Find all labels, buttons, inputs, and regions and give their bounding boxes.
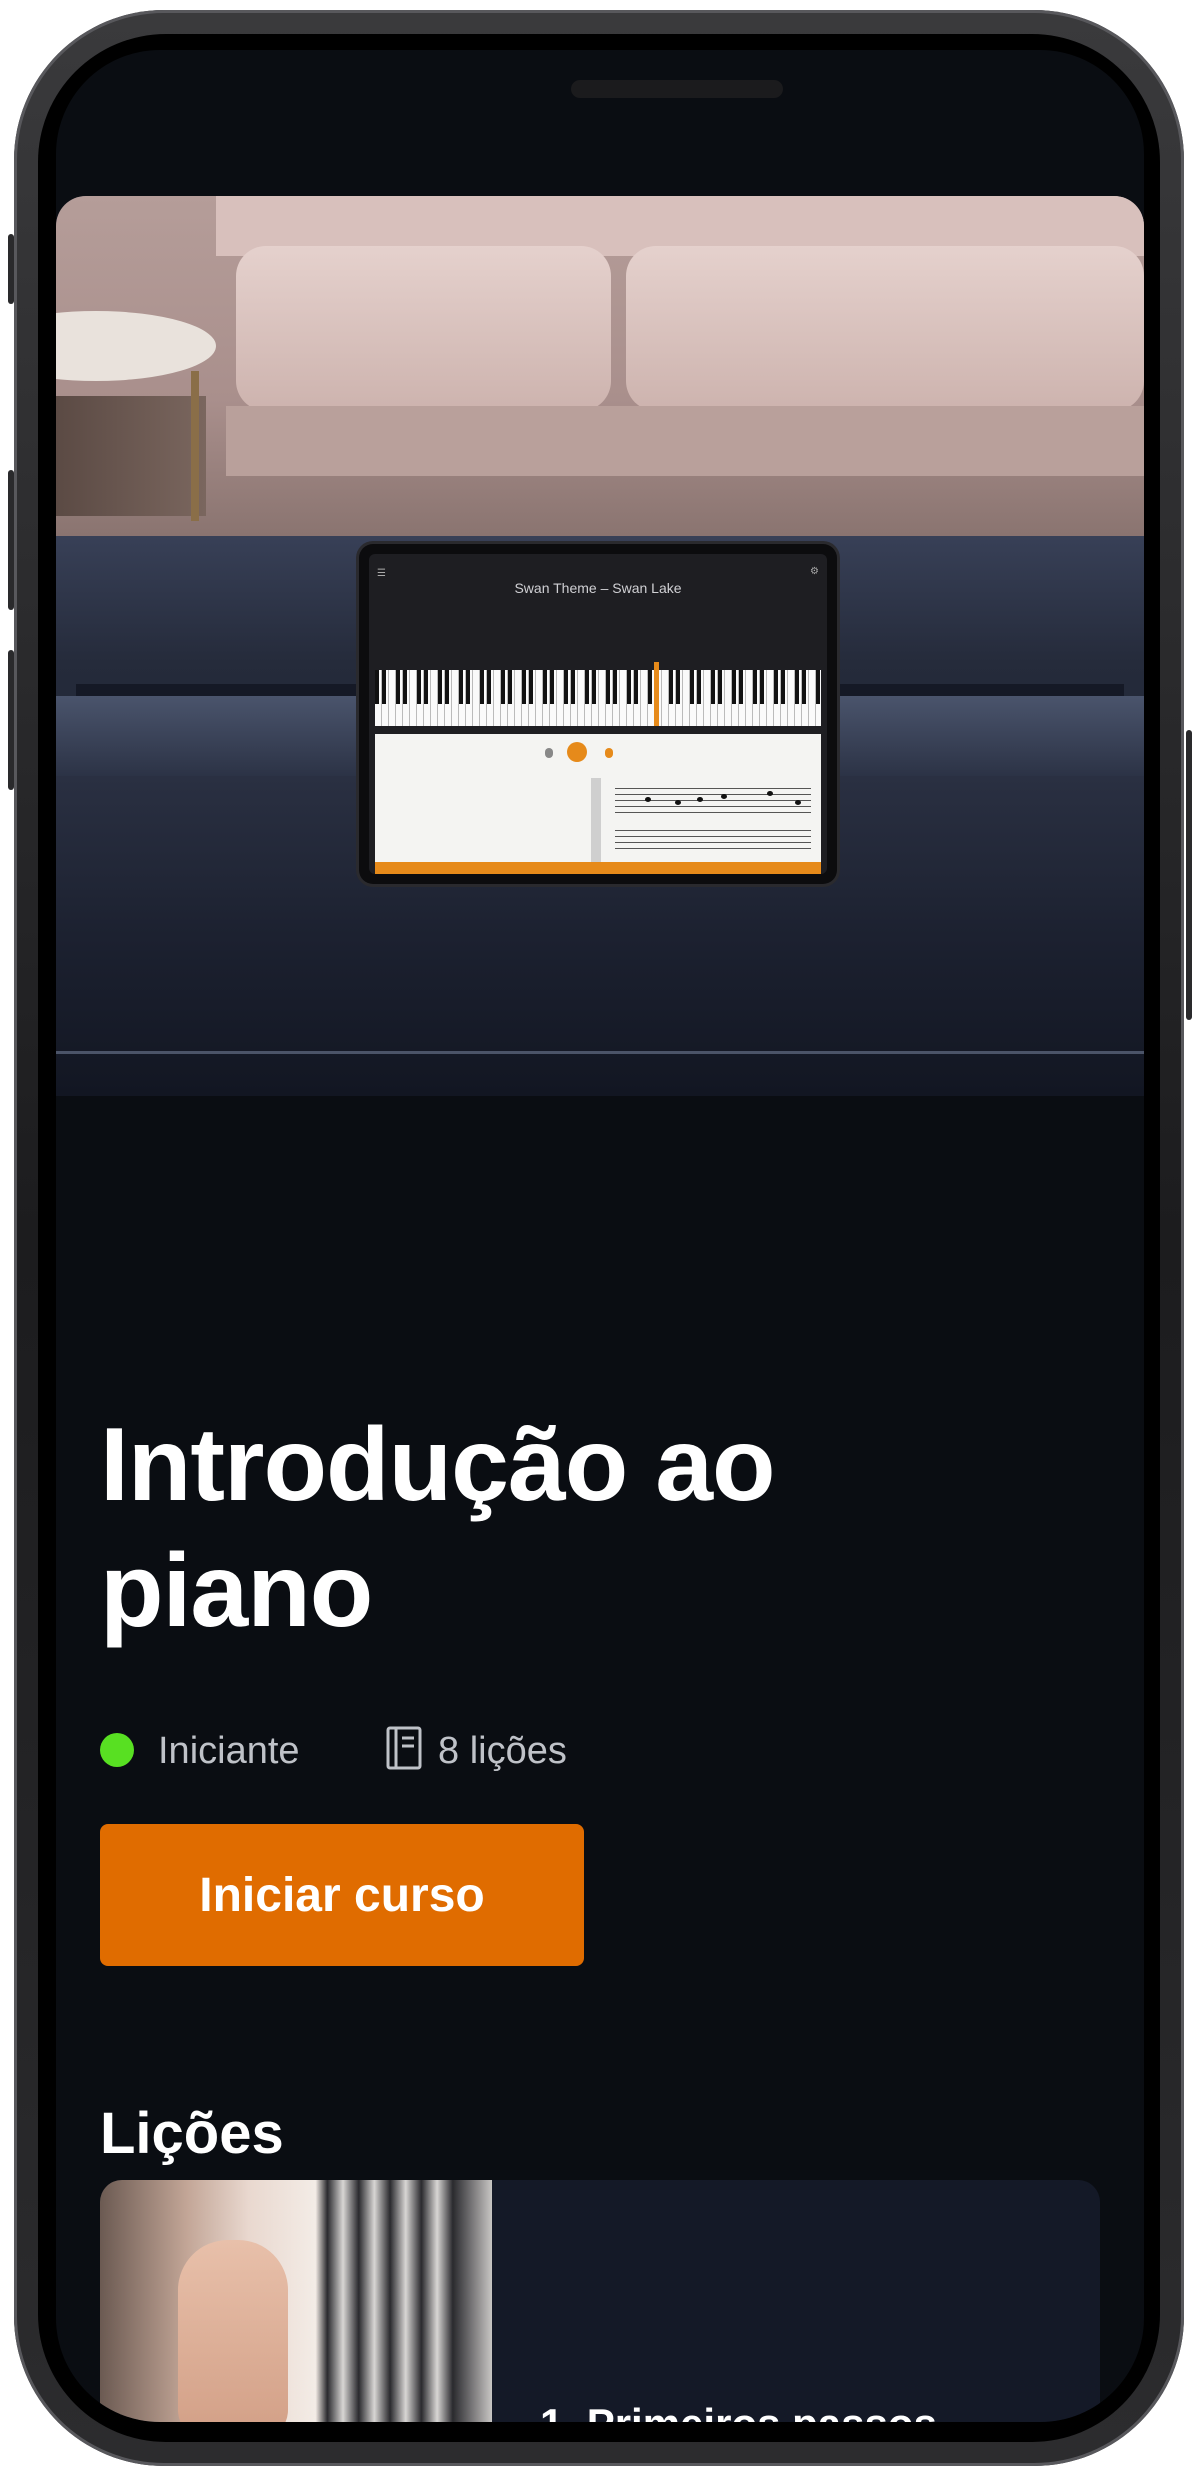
tablet-sheet-music xyxy=(375,734,821,862)
course-title: Introdução ao piano xyxy=(100,1407,776,1649)
tablet-screen: ☰ ⚙ Swan Theme – Swan Lake xyxy=(369,554,827,874)
hero-sofa-base xyxy=(226,406,1144,476)
play-icon xyxy=(567,742,587,762)
lessons-book-icon xyxy=(386,1726,422,1770)
mic-icon xyxy=(545,748,553,758)
note xyxy=(721,794,727,799)
lesson-card[interactable]: 1. Primeiros passos xyxy=(100,2180,1100,2422)
tablet-playhead xyxy=(591,778,601,862)
course-lessons-count: 8 lições xyxy=(438,1730,567,1772)
tablet-progress-bar xyxy=(375,862,821,874)
note xyxy=(675,800,681,805)
course-level: Iniciante xyxy=(158,1730,300,1772)
note xyxy=(697,797,703,802)
level-indicator-dot xyxy=(100,1733,134,1767)
note xyxy=(767,791,773,796)
staff-line xyxy=(615,836,811,837)
hero-sofa-cushion-left xyxy=(236,246,611,411)
note xyxy=(645,797,651,802)
staff-line xyxy=(615,794,811,795)
staff-line xyxy=(615,788,811,789)
staff-line xyxy=(615,830,811,831)
phone-side-button-right xyxy=(1186,730,1192,1020)
start-course-button[interactable]: Iniciar curso xyxy=(100,1824,584,1966)
hero-tablet: ☰ ⚙ Swan Theme – Swan Lake xyxy=(359,544,837,884)
lesson-title: 1. Primeiros passos xyxy=(540,2400,937,2422)
staff-line xyxy=(615,806,811,807)
hero-piano-trim xyxy=(56,1051,1144,1054)
app-screen: ☰ ⚙ Swan Theme – Swan Lake Introdução ao… xyxy=(56,50,1144,2422)
tablet-song-title: Swan Theme – Swan Lake xyxy=(514,580,682,596)
lesson-thumbnail xyxy=(100,2180,492,2422)
tablet-piano-black-keys xyxy=(375,670,821,704)
staff-line xyxy=(615,812,811,813)
tablet-key-highlight xyxy=(654,662,659,726)
course-hero-image: ☰ ⚙ Swan Theme – Swan Lake xyxy=(56,196,1144,1096)
lesson-thumbnail-hand xyxy=(178,2240,288,2422)
gear-icon: ⚙ xyxy=(810,566,819,577)
staff-line xyxy=(615,848,811,849)
hero-sofa-cushion-right xyxy=(626,246,1144,411)
note xyxy=(795,800,801,805)
earpiece-speaker xyxy=(571,80,783,98)
hero-side-table-leg xyxy=(191,371,199,521)
metronome-icon xyxy=(605,748,613,758)
menu-icon: ☰ xyxy=(377,568,386,579)
staff-line xyxy=(615,842,811,843)
hero-shelf xyxy=(56,396,206,516)
lessons-section-title: Lições xyxy=(100,2101,284,2166)
